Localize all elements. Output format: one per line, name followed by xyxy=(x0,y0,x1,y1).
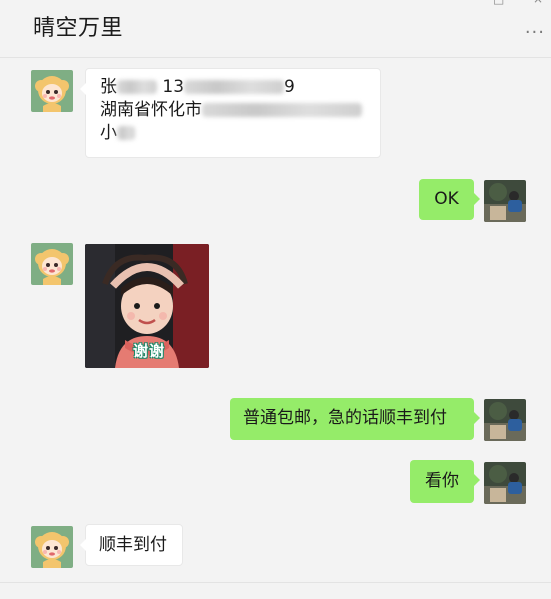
message-text: OK xyxy=(434,189,459,209)
message-sf-cod[interactable]: 顺丰到付 xyxy=(80,524,183,566)
contact-avatar[interactable] xyxy=(31,70,73,112)
more-options-icon[interactable]: ··· xyxy=(525,24,545,42)
redacted-address xyxy=(202,103,362,117)
redacted-name xyxy=(117,80,157,94)
self-avatar[interactable] xyxy=(484,180,526,222)
contact-avatar[interactable] xyxy=(31,243,73,285)
address-text: 湖南省怀化市 xyxy=(100,100,202,120)
self-avatar[interactable] xyxy=(484,462,526,504)
message-text: 看你 xyxy=(425,471,459,491)
address-line-2: 湖南省怀化市 xyxy=(100,99,366,122)
contact-avatar[interactable] xyxy=(31,526,73,568)
address-tail-text: 小 xyxy=(100,123,117,143)
sticker-image[interactable]: 谢谢 xyxy=(85,244,209,368)
input-divider xyxy=(0,582,551,583)
sticker-caption: 谢谢 xyxy=(133,342,166,360)
cartoon-girl-icon xyxy=(31,243,73,285)
address-line-1: 张 13 9 xyxy=(100,76,366,99)
phone-text: 13 xyxy=(162,77,185,97)
phone-tail-text: 9 xyxy=(284,77,295,97)
person-photo-icon xyxy=(484,180,526,222)
message-text: 顺丰到付 xyxy=(99,535,167,555)
message-text: 普通包邮，急的话顺丰到付 xyxy=(243,408,447,428)
message-shipping[interactable]: 普通包邮，急的话顺丰到付 xyxy=(230,398,480,440)
self-avatar[interactable] xyxy=(484,399,526,441)
cartoon-girl-icon xyxy=(31,70,73,112)
person-photo-icon xyxy=(484,462,526,504)
message-address[interactable]: 张 13 9 湖南省怀化市 小 xyxy=(80,68,381,158)
message-up-to-you[interactable]: 看你 xyxy=(410,460,480,503)
redacted-phone xyxy=(184,80,285,94)
message-ok[interactable]: OK xyxy=(419,179,480,220)
chat-title: 晴空万里 xyxy=(33,16,124,41)
header-divider xyxy=(0,57,551,58)
address-line-3: 小 xyxy=(100,122,366,145)
chat-window: – □ × 晴空万里 ··· 张 139 湖南省怀化市 xyxy=(0,0,551,599)
redacted-address-tail xyxy=(117,126,135,140)
cartoon-girl-icon xyxy=(31,526,73,568)
chat-header: 晴空万里 ··· xyxy=(0,0,551,58)
name-text: 张 xyxy=(100,77,117,97)
person-photo-icon xyxy=(484,399,526,441)
